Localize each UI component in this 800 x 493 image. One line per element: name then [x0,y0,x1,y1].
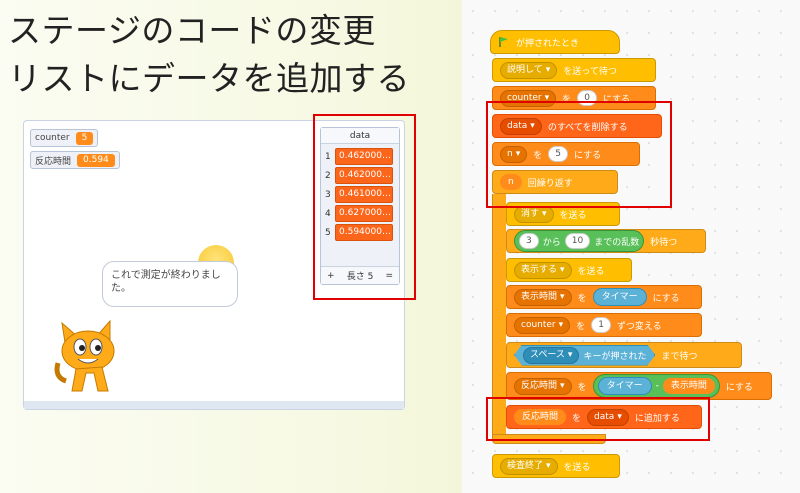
broadcast-end-block[interactable]: 検査終了 ▾ を送る [492,454,620,478]
monitor-label: 反応時間 [35,156,72,167]
set-display-time-block[interactable]: 表示時間 ▾ を タイマー にする [506,285,702,309]
broadcast-show-block[interactable]: 表示する ▾ を送る [506,258,632,282]
set-reaction-time-block[interactable]: 反応時間 ▾ を タイマー - 表示時間 にする [506,372,772,400]
subtract-reporter[interactable]: タイマー - 表示時間 [592,374,720,398]
add-to-list-highlight-box [486,397,710,441]
broadcast-and-wait-block[interactable]: 説明して ▾ を送って待つ [492,58,656,82]
pick-random-reporter[interactable]: 3 から 10 までの乱数 [514,230,645,252]
monitor-label: counter [35,133,70,143]
timer-reporter[interactable]: タイマー [592,288,647,306]
message-dropdown[interactable]: 消す ▾ [514,205,554,223]
reaction-time-monitor[interactable]: 反応時間 0.594 [30,151,120,169]
speech-bubble: これで測定が終わりました。 [102,261,238,307]
list-init-highlight-box [486,101,672,208]
message-dropdown[interactable]: 説明して ▾ [500,61,558,79]
variable-dropdown[interactable]: counter ▾ [514,316,571,334]
block-label: が押されたとき [516,38,580,49]
slide-title-line-1: ステージのコードの変更 [8,11,376,50]
wait-random-block[interactable]: 3 から 10 までの乱数 秒待つ [506,229,706,253]
stage-scrollbar[interactable] [24,401,404,409]
timer-reporter[interactable]: タイマー [597,377,652,395]
monitor-value: 5 [75,131,94,145]
variable-dropdown[interactable]: 反応時間 ▾ [514,377,572,395]
message-dropdown[interactable]: 表示する ▾ [514,261,572,279]
from-input[interactable]: 3 [519,233,539,249]
variable-dropdown[interactable]: 表示時間 ▾ [514,288,572,306]
cat-sprite-icon[interactable] [48,307,128,397]
key-pressed-boolean[interactable]: スペース ▾ キーが押された [514,345,655,366]
when-flag-clicked-block[interactable]: が押されたとき [490,30,620,54]
change-counter-block[interactable]: counter ▾ を 1 ずつ変える [506,313,702,337]
key-dropdown[interactable]: スペース ▾ [523,347,579,364]
green-flag-icon [499,37,508,47]
display-time-reporter[interactable]: 表示時間 [662,378,715,394]
counter-monitor[interactable]: counter 5 [30,129,99,147]
wait-until-block[interactable]: スペース ▾ キーが押された まで待つ [506,342,742,368]
list-highlight-box [313,114,416,300]
message-dropdown[interactable]: 検査終了 ▾ [500,457,558,475]
slide-title-line-2: リストにデータを追加する [8,59,410,98]
value-input[interactable]: 1 [591,317,611,333]
to-input[interactable]: 10 [564,233,591,249]
monitor-value: 0.594 [77,153,115,167]
